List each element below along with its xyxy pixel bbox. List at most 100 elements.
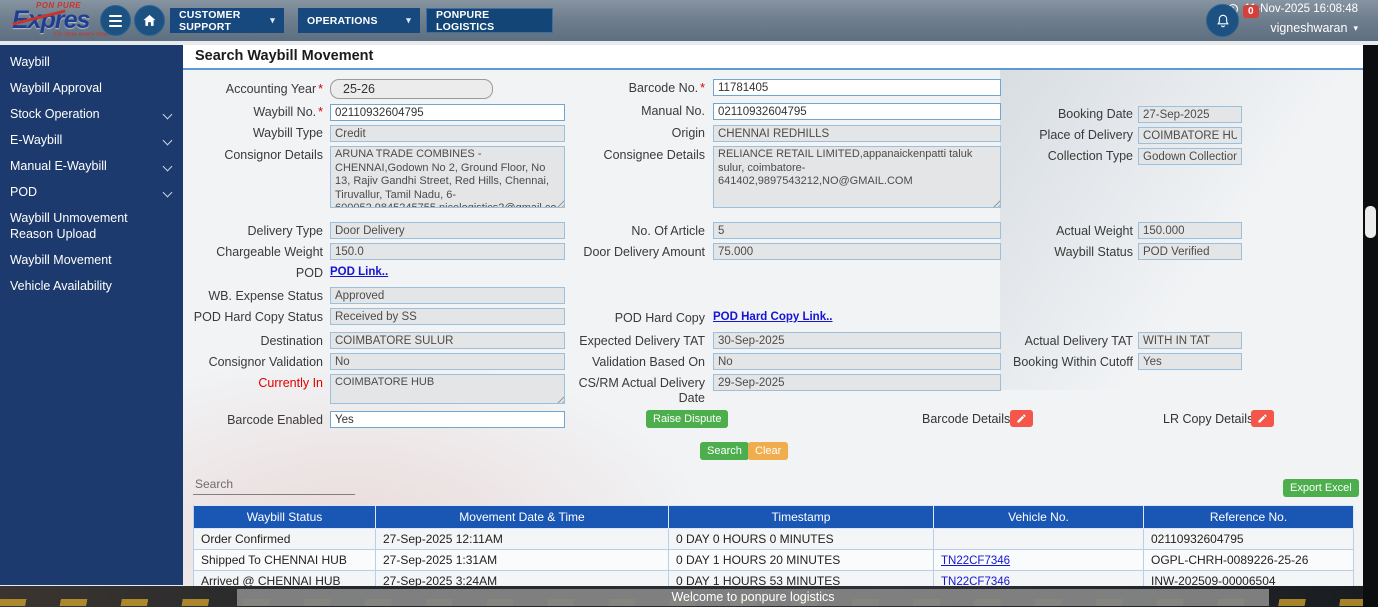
hamburger-icon <box>109 14 122 17</box>
origin-field <box>713 125 1001 142</box>
clear-button[interactable]: Clear <box>748 442 789 460</box>
actual-delivery-tat-label: Actual Delivery TAT <box>1024 334 1133 348</box>
accounting-year-select[interactable] <box>330 79 493 99</box>
hamburger-menu-button[interactable] <box>100 5 131 36</box>
chevron-down-icon: ▾ <box>406 15 411 25</box>
search-button[interactable]: Search <box>700 442 749 460</box>
username: vigneshwaran <box>1270 21 1348 35</box>
waybill-status-field <box>1138 243 1242 260</box>
chevron-down-icon <box>162 187 173 198</box>
col-vehicle-no: Vehicle No. <box>934 505 1144 529</box>
sidebar-item-waybill-unmovement-reason-upload[interactable]: Waybill Unmovement Reason Upload <box>0 205 183 247</box>
consignor-validation-label: Consignor Validation <box>208 355 323 369</box>
sidebar-item-waybill-approval[interactable]: Waybill Approval <box>0 75 183 101</box>
chargeable-weight-label: Chargeable Weight <box>216 245 323 259</box>
lr-copy-details-edit-button[interactable] <box>1251 410 1274 427</box>
sidebar-item-waybill-movement[interactable]: Waybill Movement <box>0 247 183 273</box>
actual-weight-label: Actual Weight <box>1056 224 1133 238</box>
sidebar-item-stock-operation[interactable]: Stock Operation <box>0 101 183 127</box>
delivery-type-field <box>330 222 565 239</box>
table-header-row: Waybill Status Movement Date & Time Time… <box>194 505 1354 529</box>
raise-dispute-button[interactable]: Raise Dispute <box>646 410 729 428</box>
logo-tagline: On time every time <box>54 31 109 38</box>
wb-expense-status-label: WB. Expense Status <box>208 289 323 303</box>
user-menu[interactable]: vigneshwaran ▾ <box>1270 21 1358 35</box>
vehicle-link[interactable]: TN22CF7346 <box>941 555 1010 567</box>
sidebar-item-waybill[interactable]: Waybill <box>0 49 183 75</box>
waybill-no-input[interactable] <box>330 104 565 121</box>
col-reference-no: Reference No. <box>1144 505 1354 529</box>
notifications-button[interactable] <box>1206 4 1239 37</box>
nav-customer-support[interactable]: CUSTOMER SUPPORT ▾ <box>170 8 284 33</box>
export-excel-button[interactable]: Export Excel <box>1283 479 1359 497</box>
chargeable-weight-field <box>330 243 565 260</box>
table-row: Order Confirmed 27-Sep-2025 12:11AM 0 DA… <box>194 529 1354 550</box>
consignor-details-textarea: ARUNA TRADE COMBINES - CHENNAI,Godown No… <box>330 146 565 208</box>
barcode-no-input[interactable] <box>713 79 1001 96</box>
door-delivery-amount-label: Door Delivery Amount <box>583 245 705 259</box>
nav-ponpure-logistics[interactable]: PONPURE LOGISTICS <box>426 8 553 33</box>
waybill-status-label: Waybill Status <box>1054 245 1133 259</box>
booking-date-label: Booking Date <box>1057 107 1133 121</box>
page-title: Search Waybill Movement <box>195 48 374 64</box>
expected-delivery-tat-field <box>713 332 1001 349</box>
sidebar-item-vehicle-availability[interactable]: Vehicle Availability <box>0 273 183 299</box>
sidebar-item-pod[interactable]: POD <box>0 179 183 205</box>
origin-label: Origin <box>671 126 705 140</box>
home-button[interactable] <box>134 5 165 36</box>
no-of-article-label: No. Of Article <box>631 224 705 238</box>
sidebar-item-e-waybill[interactable]: E-Waybill <box>0 127 183 153</box>
waybill-type-field <box>330 125 565 142</box>
topbar: PON PURE Expres On time every time CUSTO… <box>0 0 1378 41</box>
collection-type-label: Collection Type <box>1047 149 1133 163</box>
barcode-enabled-input[interactable] <box>330 411 565 428</box>
expected-delivery-tat-label: Expected Delivery TAT <box>579 334 705 348</box>
nav-operations[interactable]: OPERATIONS ▾ <box>298 8 420 33</box>
scrollbar-thumb[interactable] <box>1365 206 1376 238</box>
chevron-down-icon <box>162 109 173 120</box>
destination-field <box>330 332 565 349</box>
lr-copy-details-label: LR Copy Details <box>1163 412 1254 426</box>
barcode-details-edit-button[interactable] <box>1010 410 1033 427</box>
sidebar-item-manual-e-waybill[interactable]: Manual E-Waybill <box>0 153 183 179</box>
pod-hard-copy-status-label: POD Hard Copy Status <box>193 310 323 324</box>
notification-count-badge: 0 <box>1243 5 1259 18</box>
vertical-scrollbar <box>1363 45 1378 607</box>
manual-no-input[interactable] <box>713 103 1001 120</box>
pod-hard-copy-label: POD Hard Copy <box>614 311 705 325</box>
csrm-actual-delivery-date-field <box>713 374 1001 391</box>
consignor-validation-field <box>330 353 565 370</box>
validation-based-on-field <box>713 353 1001 370</box>
csrm-actual-delivery-date-label: CS/RM Actual Delivery Date <box>578 376 705 405</box>
waybill-no-label: Waybill No. * <box>253 105 323 119</box>
welcome-message-bar: Welcome to ponpure logistics <box>237 589 1269 606</box>
edit-pencil-icon <box>1017 414 1026 423</box>
delivery-type-label: Delivery Type <box>247 224 324 238</box>
accounting-year-label: Accounting Year * <box>225 82 323 96</box>
movement-table: Waybill Status Movement Date & Time Time… <box>193 505 1354 592</box>
barcode-details-label: Barcode Details <box>922 412 1011 426</box>
collection-type-field <box>1138 148 1242 165</box>
wb-expense-status-field <box>330 287 565 304</box>
results-filter-input[interactable] <box>193 474 355 495</box>
waybill-type-label: Waybill Type <box>252 126 323 140</box>
pod-hard-copy-link[interactable]: POD Hard Copy Link.. <box>713 311 833 323</box>
bell-icon <box>1216 14 1229 27</box>
barcode-enabled-label: Barcode Enabled <box>227 413 323 427</box>
app-root: PON PURE Expres On time every time CUSTO… <box>0 0 1378 607</box>
consignor-details-label: Consignor Details <box>224 148 323 162</box>
edit-pencil-icon <box>1258 414 1267 423</box>
booking-date-field <box>1138 106 1242 123</box>
door-delivery-amount-field <box>713 243 1001 260</box>
pod-link[interactable]: POD Link.. <box>330 266 388 278</box>
place-of-delivery-field <box>1138 127 1242 144</box>
home-icon <box>143 14 156 26</box>
chevron-down-icon: ▾ <box>270 15 275 25</box>
manual-no-label: Manual No. <box>641 104 705 118</box>
booking-within-cutoff-field <box>1138 353 1242 370</box>
currently-in-label: Currently In <box>258 376 323 390</box>
chevron-down-icon: ▾ <box>1353 22 1358 33</box>
page-header: Search Waybill Movement <box>183 45 1363 70</box>
col-timestamp: Timestamp <box>669 505 934 529</box>
table-row: Shipped To CHENNAI HUB 27-Sep-2025 1:31A… <box>194 550 1354 571</box>
